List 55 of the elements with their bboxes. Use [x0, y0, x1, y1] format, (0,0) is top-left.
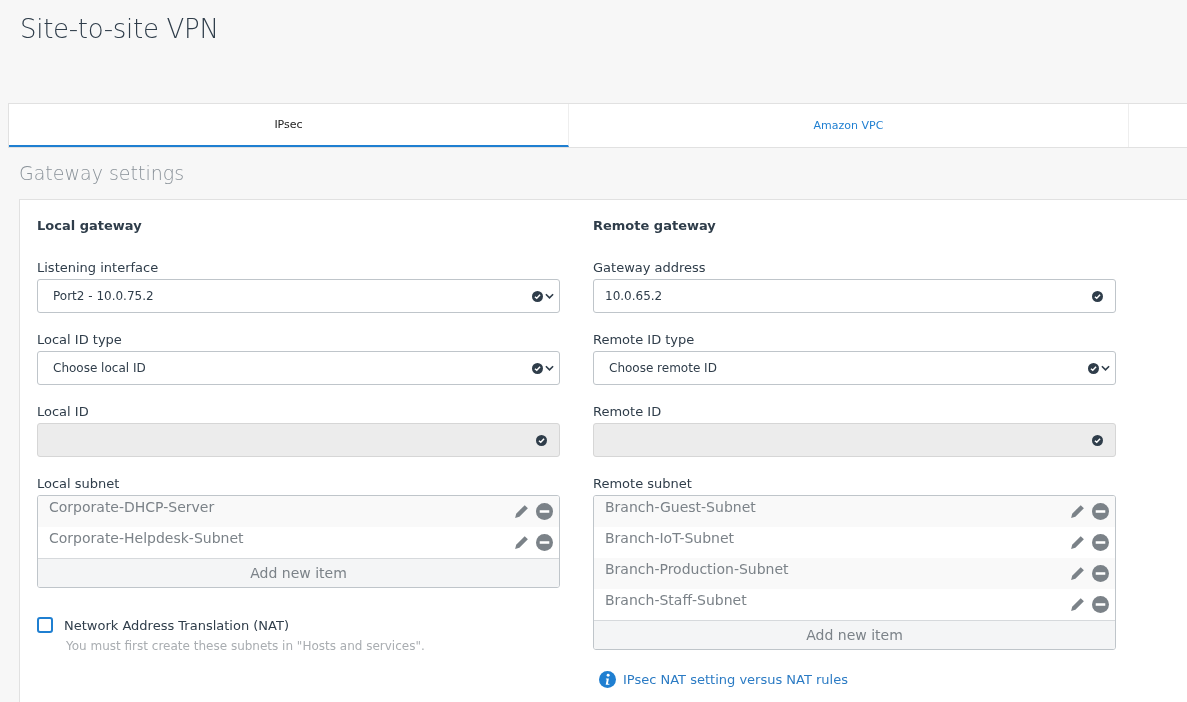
input-field[interactable]: 10.0.65.2 [593, 279, 1116, 313]
subnet-name: Branch-Guest-Subnet [605, 499, 757, 515]
checkbox-label: Network Address Translation (NAT) [64, 617, 289, 633]
column-heading: Local gateway [37, 218, 143, 235]
chevron-down-icon [545, 364, 554, 372]
field-label: Remote subnet [593, 476, 693, 491]
add-item-button[interactable]: Add new item [594, 620, 1115, 649]
dropdown[interactable]: Port2 - 10.0.75.2 [37, 279, 560, 313]
field-label: Gateway address [593, 260, 707, 275]
pencil-icon[interactable] [1069, 596, 1086, 613]
field-label: Listening interface [37, 260, 160, 275]
tab[interactable]: Amazon VPC [569, 104, 1129, 147]
subnet-row[interactable]: Branch-Guest-Subnet [594, 496, 1115, 527]
field-label: Local subnet [37, 476, 121, 491]
section-title: Gateway settings [18, 161, 186, 186]
subnet-name: Branch-IoT-Subnet [605, 530, 736, 546]
tab[interactable]: IPsec [9, 104, 569, 147]
column-heading: Remote gateway [593, 218, 717, 235]
field-label: Remote ID type [593, 332, 696, 347]
field-label: Local ID type [37, 332, 123, 347]
remove-icon[interactable] [536, 534, 553, 551]
subnet-name: Branch-Production-Subnet [605, 561, 790, 577]
checkbox[interactable] [37, 617, 53, 633]
page-title: Site-to-site VPN [19, 13, 220, 46]
check-circle-icon [532, 362, 543, 374]
chevron-down-icon [1101, 364, 1110, 372]
pencil-icon[interactable] [513, 534, 530, 551]
check-circle-icon [1092, 434, 1103, 446]
field-label: Local ID [37, 404, 90, 419]
pencil-icon[interactable] [1069, 534, 1086, 551]
dropdown[interactable]: Choose local ID [37, 351, 560, 385]
subnet-name: Corporate-DHCP-Server [49, 499, 216, 515]
check-circle-icon [1092, 290, 1103, 302]
pencil-icon[interactable] [1069, 565, 1086, 582]
remove-icon[interactable] [1092, 596, 1109, 613]
remove-icon[interactable] [536, 503, 553, 520]
field-label: Remote ID [593, 404, 663, 419]
check-circle-icon [532, 290, 543, 302]
check-circle-icon [1088, 362, 1099, 374]
remove-icon[interactable] [1092, 534, 1109, 551]
add-item-button[interactable]: Add new item [38, 558, 559, 587]
hint-text: You must first create these subnets in "Hosts and services". [65, 639, 426, 653]
subnet-row[interactable]: Branch-Production-Subnet [594, 558, 1115, 589]
check-circle-icon [536, 434, 547, 446]
info-icon [599, 671, 616, 688]
pencil-icon[interactable] [1069, 503, 1086, 520]
help-link[interactable]: IPsec NAT setting versus NAT rules [623, 672, 848, 687]
remove-icon[interactable] [1092, 565, 1109, 582]
subnet-row[interactable]: Corporate-DHCP-Server [38, 496, 559, 527]
dropdown[interactable]: Choose remote ID [593, 351, 1116, 385]
pencil-icon[interactable] [513, 503, 530, 520]
remove-icon[interactable] [1092, 503, 1109, 520]
chevron-down-icon [545, 292, 554, 300]
subnet-name: Corporate-Helpdesk-Subnet [49, 530, 245, 546]
subnet-name: Branch-Staff-Subnet [605, 592, 748, 608]
